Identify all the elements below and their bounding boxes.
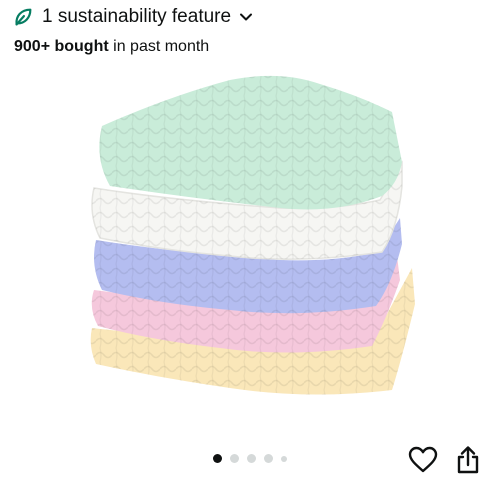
product-image[interactable] [80,68,420,418]
purchase-count-number: 900+ bought [14,38,109,55]
washcloth-mint [99,75,403,210]
carousel-dot-4[interactable] [264,454,273,463]
share-icon[interactable] [452,444,484,476]
sustainability-features-toggle[interactable]: 1 sustainability feature [12,4,253,30]
carousel-dot-2[interactable] [230,454,239,463]
sustainability-features-label: 1 sustainability feature [42,6,232,27]
chevron-down-icon [240,13,253,21]
purchase-count-period: in past month [113,38,210,55]
purchase-count: 900+ bought in past month [14,38,209,56]
leaf-icon [15,8,32,26]
carousel-dot-5[interactable] [281,455,287,462]
carousel-dot-3[interactable] [247,454,256,463]
heart-icon[interactable] [407,444,439,476]
carousel-dot-1[interactable] [213,454,222,463]
